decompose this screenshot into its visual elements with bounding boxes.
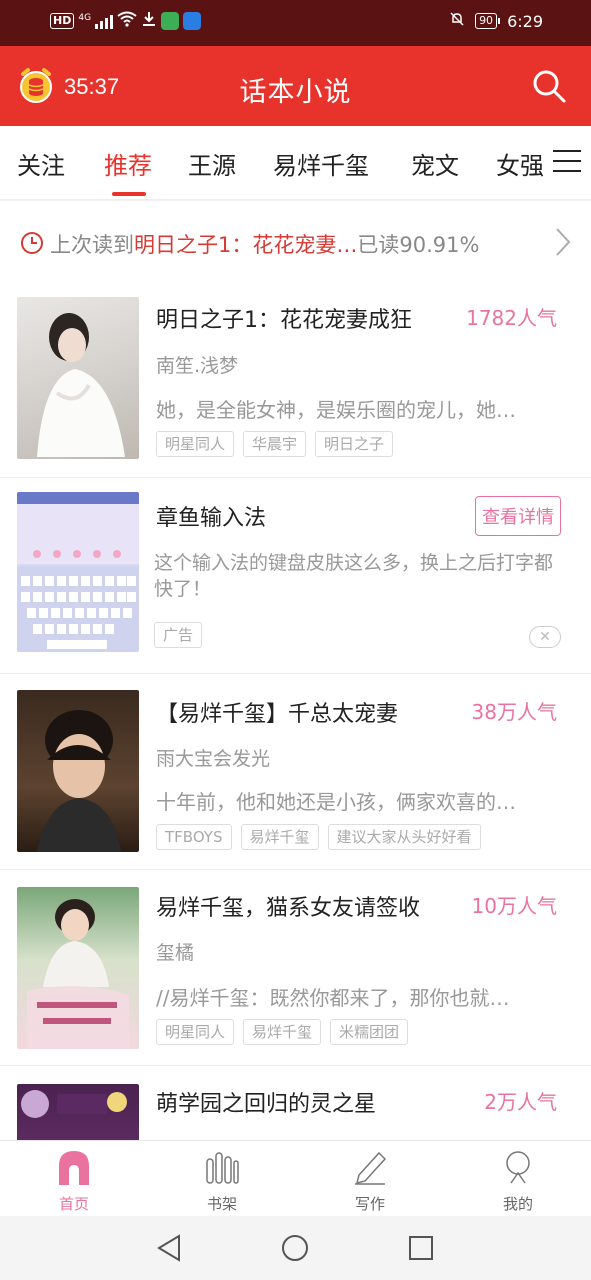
book-author: 南笙.浅梦	[156, 355, 239, 377]
book-title: 【易烊千玺】千总太宠妻	[156, 702, 399, 727]
book-popularity: 10万人气	[471, 894, 557, 918]
app-notification-icon	[183, 12, 202, 30]
ad-description: 这个输入法的键盘皮肤这么多，换上之后打字都快了！	[154, 552, 554, 600]
tab-follow[interactable]: 关注	[17, 146, 65, 181]
home-circle-icon[interactable]	[281, 1234, 309, 1262]
hd-indicator: HD	[50, 13, 75, 29]
chevron-right-icon	[555, 227, 571, 257]
book-tag[interactable]: 明星同人	[156, 431, 235, 457]
nav-home-label: 首页	[58, 1195, 89, 1213]
search-icon[interactable]	[531, 68, 567, 104]
app-title: 话本小说	[239, 77, 352, 108]
last-read-book: 明日之子1：花花宠妻…	[134, 233, 358, 257]
download-icon	[141, 11, 157, 31]
last-read-text: 上次读到明日之子1：花花宠妻…已读90.91%	[50, 229, 479, 259]
nav-write-label: 写作	[354, 1195, 385, 1213]
book-tag[interactable]: 建议大家从头好好看	[327, 824, 481, 850]
tab-pet-romance[interactable]: 宠文	[411, 146, 459, 181]
notification-mute-icon	[449, 11, 465, 31]
recent-apps-icon[interactable]	[407, 1234, 435, 1262]
close-icon[interactable]: ✕	[529, 626, 561, 648]
nav-bookshelf-label: 书架	[206, 1195, 237, 1213]
menu-icon[interactable]	[553, 150, 581, 176]
book-card[interactable]: 明日之子1：花花宠妻成狂 1782人气 南笙.浅梦 她，是全能女神，是娱乐圈的宠…	[0, 284, 591, 478]
nav-write[interactable]: 写作	[296, 1141, 444, 1217]
ad-image[interactable]	[17, 492, 139, 652]
ad-label: 广告	[154, 622, 203, 648]
wifi-icon	[117, 11, 137, 31]
book-tags: TFBOYS 易烊千玺 建议大家从头好好看	[156, 824, 481, 850]
tab-recommend[interactable]: 推荐	[104, 146, 152, 181]
bookshelf-icon	[205, 1149, 239, 1185]
category-tabs: 关注 推荐 王源 易烊千玺 宠文 女强	[0, 126, 591, 200]
status-time: 6:29	[507, 11, 543, 31]
book-author: 雨大宝会发光	[156, 748, 271, 770]
home-icon	[57, 1149, 91, 1185]
book-tags: 明星同人 易烊千玺 米糯团团	[156, 1019, 409, 1045]
book-card[interactable]: 易烊千玺，猫系女友请签收 10万人气 玺橘 //易烊千玺：既然你都来了，那你也就…	[0, 870, 591, 1066]
clock-icon	[20, 231, 44, 255]
nav-bookshelf[interactable]: 书架	[148, 1141, 296, 1217]
book-tag[interactable]: 易烊千玺	[243, 1019, 322, 1045]
book-title: 明日之子1：花花宠妻成狂	[156, 308, 412, 333]
book-description: 十年前，他和她还是小孩，俩家欢喜的…	[156, 790, 516, 814]
system-navigation-bar	[0, 1216, 591, 1280]
tab-yi-yang-qian-xi[interactable]: 易烊千玺	[273, 146, 369, 181]
book-description: 她，是全能女神，是娱乐圈的宠儿，她…	[156, 398, 516, 422]
book-title: 萌学园之回归的灵之星	[156, 1092, 377, 1117]
book-author: 玺橘	[156, 942, 195, 964]
book-tag[interactable]: 明星同人	[156, 1019, 235, 1045]
book-feed: 明日之子1：花花宠妻成狂 1782人气 南笙.浅梦 她，是全能女神，是娱乐圈的宠…	[0, 284, 591, 1140]
book-tag[interactable]: 明日之子	[315, 431, 394, 457]
ad-title: 章鱼输入法	[156, 506, 267, 531]
nav-profile[interactable]: 我的	[444, 1141, 591, 1217]
status-right: 90 6:29	[449, 11, 543, 31]
network-type: 4G	[78, 13, 92, 23]
book-tags: 明星同人 华晨宇 明日之子	[156, 431, 394, 457]
tab-strong-female[interactable]: 女强	[496, 146, 544, 181]
book-description: //易烊千玺：既然你都来了，那你也就…	[156, 986, 510, 1010]
status-left: HD 4G	[50, 11, 202, 31]
book-tag[interactable]: 米糯团团	[330, 1019, 409, 1045]
book-cover[interactable]	[17, 297, 139, 459]
book-cover[interactable]	[17, 1084, 139, 1140]
back-icon[interactable]	[155, 1234, 183, 1262]
last-read-progress: 已读90.91%	[357, 233, 480, 257]
book-tag[interactable]: 易烊千玺	[240, 824, 319, 850]
book-tag[interactable]: 华晨宇	[243, 431, 307, 457]
status-bar: HD 4G 90 6:29	[0, 0, 591, 46]
last-read-prefix: 上次读到	[50, 233, 134, 257]
ad-card[interactable]: 章鱼输入法 查看详情 这个输入法的键盘皮肤这么多，换上之后打字都快了！ 广告 ✕	[0, 478, 591, 674]
battery-indicator: 90	[475, 13, 501, 29]
book-title: 易烊千玺，猫系女友请签收	[156, 896, 421, 921]
book-cover[interactable]	[17, 887, 139, 1049]
app-notification-icon	[161, 12, 180, 30]
book-popularity: 2万人气	[484, 1090, 557, 1114]
profile-icon	[501, 1149, 535, 1185]
app-header: 35:37 话本小说	[0, 46, 591, 126]
book-tag[interactable]: TFBOYS	[156, 824, 232, 850]
tab-wang-yuan[interactable]: 王源	[188, 146, 236, 181]
nav-profile-label: 我的	[502, 1195, 533, 1213]
pen-icon	[353, 1149, 387, 1185]
book-popularity: 38万人气	[471, 700, 557, 724]
signal-icon	[95, 13, 114, 29]
book-card[interactable]: 萌学园之回归的灵之星 2万人气	[0, 1066, 591, 1140]
view-details-button[interactable]: 查看详情	[475, 496, 561, 536]
book-card[interactable]: 【易烊千玺】千总太宠妻 38万人气 雨大宝会发光 十年前，他和她还是小孩，俩家欢…	[0, 674, 591, 870]
book-cover[interactable]	[17, 690, 139, 852]
last-read-bar[interactable]: 上次读到明日之子1：花花宠妻…已读90.91%	[0, 200, 591, 284]
active-tab-indicator	[112, 192, 146, 196]
nav-home[interactable]: 首页	[0, 1141, 148, 1217]
bottom-nav: 首页 书架 写作 我的	[0, 1140, 591, 1216]
book-popularity: 1782人气	[466, 306, 557, 330]
